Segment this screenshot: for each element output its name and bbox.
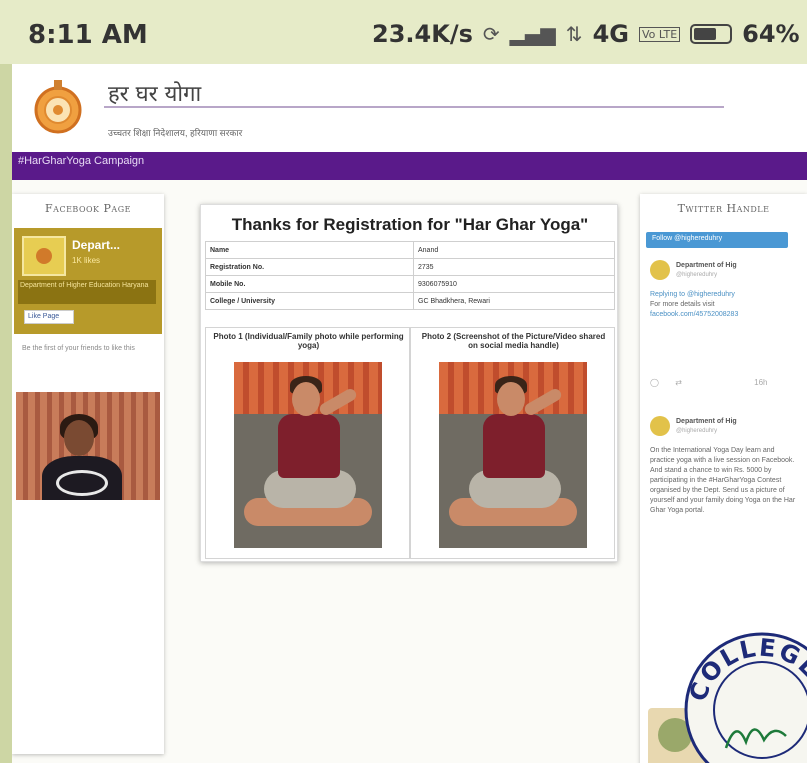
tweet-user[interactable]: Department of Hig xyxy=(676,418,737,425)
tweet-user[interactable]: Department of Hig xyxy=(676,262,737,269)
photo1-caption: Photo 1 (Individual/Family photo while p… xyxy=(213,332,404,350)
tweet-time: 16h xyxy=(754,378,768,387)
registration-table: Name Anand Registration No. 2735 Mobile … xyxy=(205,241,615,310)
campaign-link[interactable]: #HarGharYoga Campaign xyxy=(18,155,144,167)
twitter-heading: Twitter Handle xyxy=(677,202,770,215)
facebook-page-card[interactable]: Depart... 1K likes Department of Higher … xyxy=(14,228,162,334)
like-page-button[interactable]: Like Page xyxy=(24,310,74,324)
row-value: GC Bhadkhera, Rewari xyxy=(413,292,615,310)
data-arrows-icon: ⇅ xyxy=(565,22,583,46)
video-prop xyxy=(56,470,108,496)
facebook-friends-text: Be the first of your friends to like thi… xyxy=(22,345,135,352)
tweet-text: For more details visit xyxy=(650,301,715,308)
facebook-page-avatar[interactable] xyxy=(22,236,66,276)
signal-icon: ▂▄▆ xyxy=(509,22,556,46)
tweet-link[interactable]: facebook.com/45752008283 xyxy=(650,310,800,320)
table-row: Registration No. 2735 xyxy=(205,258,615,276)
tweet-text: On the International Yoga Day learn and … xyxy=(650,447,796,514)
tweet-replying[interactable]: Replying to @highereduhry xyxy=(650,290,800,300)
row-value: Anand xyxy=(413,241,615,259)
photo2-caption: Photo 2 (Screenshot of the Picture/Video… xyxy=(421,332,606,350)
net-speed: 23.4K/s xyxy=(372,20,473,48)
tweet-body: Replying to @highereduhry For more detai… xyxy=(650,290,800,320)
battery-fill xyxy=(694,28,716,40)
video-person-head xyxy=(64,420,94,456)
photo1-cell: Photo 1 (Individual/Family photo while p… xyxy=(205,327,410,559)
reply-icon[interactable]: ◯ xyxy=(650,378,659,387)
site-subtitle: उच्चतर शिक्षा निदेशालय, हरियाणा सरकार xyxy=(108,128,243,138)
facebook-panel: Facebook Page Depart... 1K likes Departm… xyxy=(12,194,164,754)
retweet-icon[interactable]: ⇄ xyxy=(675,378,682,387)
site-header: हर घर योगा उच्चतर शिक्षा निदेशालय, हरिया… xyxy=(12,64,807,152)
row-value: 9306075910 xyxy=(413,275,615,293)
twitter-avatar[interactable] xyxy=(650,416,670,436)
row-key: College / University xyxy=(205,292,414,310)
site-title[interactable]: हर घर योगा xyxy=(108,78,201,108)
haryana-emblem-icon[interactable] xyxy=(28,76,88,136)
sync-off-icon: ⟳ xyxy=(482,22,500,46)
facebook-heading: Facebook Page xyxy=(45,202,131,215)
photo-person-shirt xyxy=(483,414,545,478)
campaign-navbar: #HarGharYoga Campaign xyxy=(12,152,807,180)
table-row: Mobile No. 9306075910 xyxy=(205,275,615,293)
tweet[interactable]: Department of Hig @highereduhry Replying… xyxy=(646,260,802,400)
battery-percent: 64% xyxy=(742,20,800,48)
photo1-image[interactable] xyxy=(234,362,382,548)
table-row: Name Anand xyxy=(205,241,615,259)
title-divider xyxy=(104,106,724,108)
status-indicators: 23.4K/s ⟳ ▂▄▆ ⇅ 4G Vo LTE 64% xyxy=(372,20,800,48)
volte-icon: Vo LTE xyxy=(638,26,681,42)
photo2-cell: Photo 2 (Screenshot of the Picture/Video… xyxy=(410,327,615,559)
twitter-follow-button[interactable]: Follow @highereduhry xyxy=(646,232,788,248)
registration-card: Thanks for Registration for "Har Ghar Yo… xyxy=(200,204,618,562)
photo-person-head xyxy=(497,382,525,416)
college-seal-icon: COLLEGE xyxy=(684,632,807,763)
video-thumbnail[interactable] xyxy=(16,392,160,500)
facebook-likes: 1K likes xyxy=(72,256,101,265)
facebook-cover-text: Department of Higher Education Haryana xyxy=(18,280,156,304)
table-row: College / University GC Bhadkhera, Rewar… xyxy=(205,292,615,310)
facebook-page-name[interactable]: Depart... xyxy=(72,238,120,252)
photo-person-shirt xyxy=(278,414,340,478)
row-key: Registration No. xyxy=(205,258,414,276)
photo2-image[interactable] xyxy=(439,362,587,548)
registration-title: Thanks for Registration for "Har Ghar Yo… xyxy=(231,215,589,234)
row-value: 2735 xyxy=(413,258,615,276)
network-type: 4G xyxy=(592,20,629,48)
status-time: 8:11 AM xyxy=(28,20,148,50)
row-key: Mobile No. xyxy=(205,275,414,293)
tweet-handle[interactable]: @highereduhry xyxy=(676,272,717,278)
row-key: Name xyxy=(205,241,414,259)
tweet-actions: ◯ ⇄ 16h xyxy=(650,378,767,387)
battery-icon xyxy=(690,24,733,44)
twitter-avatar[interactable] xyxy=(650,260,670,280)
tweet-handle[interactable]: @highereduhry xyxy=(676,428,717,434)
status-bar: 8:11 AM 23.4K/s ⟳ ▂▄▆ ⇅ 4G Vo LTE 64% xyxy=(0,0,807,64)
photo-person-head xyxy=(292,382,320,416)
